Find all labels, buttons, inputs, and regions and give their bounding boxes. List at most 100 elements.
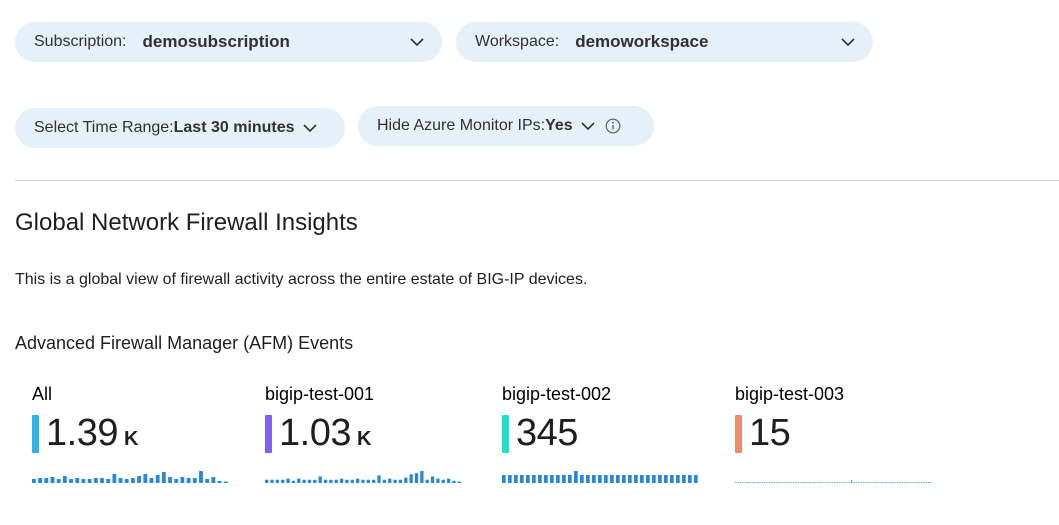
spark-bar (824, 482, 826, 483)
spark-bar (768, 482, 771, 483)
spark-bar (526, 475, 530, 483)
spark-bar (441, 479, 445, 483)
spark-bar (747, 482, 749, 483)
hide-azure-value: Yes (545, 117, 573, 134)
spark-bar (853, 482, 855, 483)
spark-bar (87, 479, 92, 483)
spark-bar (302, 479, 306, 483)
tile-color-bar (735, 415, 742, 453)
spark-bar (382, 479, 387, 483)
spark-bar (430, 476, 435, 483)
spark-bar (923, 482, 925, 483)
spark-bar (580, 475, 584, 483)
spark-bar (372, 479, 376, 483)
spark-bar (205, 479, 210, 483)
spark-bar (664, 475, 668, 483)
spark-bar (807, 482, 809, 483)
spark-bar (550, 475, 554, 483)
spark-bar (457, 481, 461, 483)
subscription-dropdown[interactable]: Subscription: demosubscription (15, 22, 442, 62)
workspace-dropdown[interactable]: Workspace: demoworkspace (456, 22, 873, 62)
spark-bar (819, 482, 821, 483)
spark-bar (313, 479, 317, 483)
sparkline (32, 471, 228, 483)
spark-bar (329, 479, 333, 483)
spark-bar (899, 482, 901, 483)
spark-bar (860, 482, 863, 483)
spark-bar (393, 479, 397, 483)
spark-bar (281, 479, 285, 483)
spark-bar (872, 482, 875, 483)
spark-bar (867, 482, 870, 483)
spark-bar (658, 475, 662, 483)
info-icon[interactable] (605, 118, 621, 134)
spark-bar (307, 479, 312, 483)
spark-bar (186, 478, 191, 483)
spark-bar (841, 482, 843, 483)
spark-bar (682, 475, 686, 483)
spark-bar (562, 475, 566, 483)
spark-bar (323, 479, 328, 483)
tile-value: 1.03 K (279, 412, 371, 454)
spark-bar (32, 479, 36, 483)
spark-bar (544, 475, 548, 483)
spark-bar (286, 478, 290, 483)
spark-bar (520, 475, 524, 483)
tile-bigip-test-002[interactable]: bigip-test-002 345 (502, 384, 702, 504)
spark-bar (361, 479, 365, 483)
spark-bar (756, 482, 759, 483)
spark-bar (180, 477, 185, 483)
spark-bar (670, 475, 674, 483)
spark-bar (850, 480, 853, 483)
spark-bar (124, 479, 129, 483)
spark-bar (56, 479, 61, 483)
spark-bar (754, 482, 756, 483)
spark-bar (790, 482, 792, 483)
spark-bar (100, 478, 104, 483)
spark-bar (862, 482, 865, 483)
spark-bar (865, 482, 867, 483)
spark-bar (817, 482, 819, 483)
spark-bar (918, 482, 920, 483)
spark-bar (610, 475, 614, 483)
spark-bar (913, 482, 916, 483)
spark-bar (622, 475, 626, 483)
spark-bar (345, 479, 349, 483)
spark-bar (339, 478, 344, 483)
tile-color-bar (265, 415, 272, 453)
page-description: This is a global view of firewall activi… (15, 271, 588, 288)
spark-bar (916, 482, 918, 483)
spark-bar (882, 482, 884, 483)
spark-bar (377, 475, 381, 483)
spark-bar (788, 482, 790, 483)
spark-bar (174, 479, 179, 483)
tile-unit: K (123, 428, 138, 450)
tile-bigip-test-001[interactable]: bigip-test-001 1.03 K (265, 384, 465, 504)
spark-bar (112, 474, 117, 483)
subscription-label: Subscription: (34, 33, 127, 50)
hide-azure-monitor-ips-dropdown[interactable]: Hide Azure Monitor IPs: Yes (358, 106, 654, 146)
spark-bar (858, 482, 860, 483)
spark-bar (771, 482, 773, 483)
spark-bar (398, 479, 403, 483)
spark-bar (44, 478, 49, 483)
spark-bar (137, 476, 142, 483)
spark-bar (131, 478, 135, 483)
spark-bar (812, 482, 814, 483)
spark-bar (891, 482, 894, 483)
spark-bar (118, 478, 123, 483)
tile-name: bigip-test-002 (502, 384, 612, 404)
spark-bar (751, 482, 754, 483)
spark-bar (763, 482, 766, 483)
spark-bar (761, 482, 764, 483)
tile-all[interactable]: All 1.39 K (32, 384, 232, 504)
spark-bar (355, 478, 360, 483)
spark-bar (538, 475, 542, 483)
hide-azure-label: Hide Azure Monitor IPs: (377, 117, 546, 134)
spark-bar (318, 476, 322, 483)
tile-bigip-test-003[interactable]: bigip-test-003 15 (735, 384, 935, 504)
time-range-dropdown[interactable]: Select Time Range: Last 30 minutes (15, 108, 345, 148)
spark-bar (640, 475, 644, 483)
tile-name: bigip-test-003 (735, 384, 845, 404)
spark-bar (694, 475, 698, 483)
